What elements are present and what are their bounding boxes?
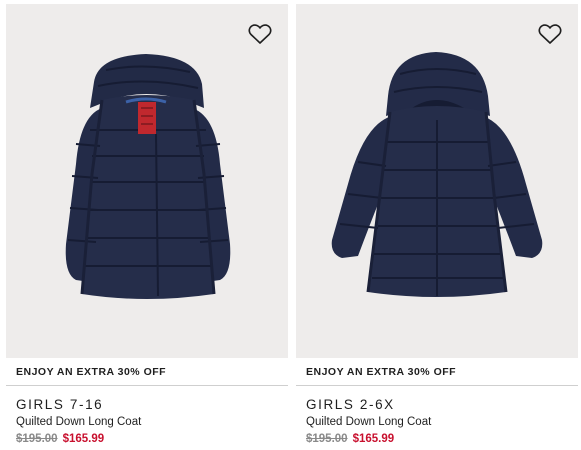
promo-text: ENJOY AN EXTRA 30% OFF — [306, 366, 457, 378]
product-image-area[interactable] — [6, 4, 288, 358]
favorite-heart-icon[interactable] — [538, 23, 562, 45]
product-image[interactable] — [296, 4, 578, 358]
price-row: $195.00 $165.99 — [306, 433, 394, 445]
favorite-heart-icon[interactable] — [248, 23, 272, 45]
sale-price: $165.99 — [62, 433, 105, 445]
product-image-area[interactable] — [296, 4, 578, 358]
product-name[interactable]: Quilted Down Long Coat — [16, 416, 141, 428]
product-card[interactable]: ENJOY AN EXTRA 30% OFF GIRLS 7-16 Quilte… — [6, 4, 288, 450]
product-grid: ENJOY AN EXTRA 30% OFF GIRLS 7-16 Quilte… — [0, 0, 581, 450]
sale-price: $165.99 — [352, 433, 395, 445]
original-price: $195.00 — [16, 433, 58, 445]
divider — [296, 385, 578, 386]
product-name[interactable]: Quilted Down Long Coat — [306, 416, 431, 428]
product-card[interactable]: ENJOY AN EXTRA 30% OFF GIRLS 2-6X Quilte… — [296, 4, 578, 450]
promo-text: ENJOY AN EXTRA 30% OFF — [16, 366, 167, 378]
divider — [6, 385, 288, 386]
product-category[interactable]: GIRLS 2-6X — [306, 397, 395, 412]
original-price: $195.00 — [306, 433, 348, 445]
price-row: $195.00 $165.99 — [16, 433, 104, 445]
product-category[interactable]: GIRLS 7-16 — [16, 397, 103, 412]
product-image[interactable] — [6, 4, 288, 358]
